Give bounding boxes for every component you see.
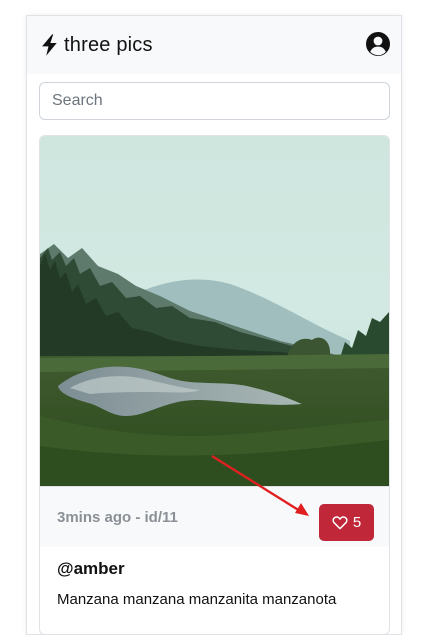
post-card: 3mins ago - id/11 5 @amber Manzana manza… <box>39 135 390 635</box>
brand-name: three pics <box>64 33 153 56</box>
app-frame: three pics Search 3mins ago - id/11 5 @a… <box>26 15 402 635</box>
post-photo[interactable] <box>40 136 389 486</box>
user-circle-icon <box>366 32 390 56</box>
brand-link[interactable]: three pics <box>40 33 153 57</box>
post-author[interactable]: @amber <box>57 559 377 579</box>
card-footer: 3mins ago - id/11 5 <box>40 486 389 547</box>
like-button[interactable]: 5 <box>319 504 374 541</box>
navbar: three pics <box>27 16 401 74</box>
lightning-bolt-icon <box>42 34 57 56</box>
post-caption: Manzana manzana manzanita manzanota <box>57 591 337 608</box>
like-count: 5 <box>352 514 362 531</box>
heart-outline-icon <box>332 516 348 530</box>
user-account-button[interactable] <box>365 31 391 57</box>
post-meta: 3mins ago - id/11 <box>57 509 178 526</box>
card-body: @amber Manzana manzana manzanita manzano… <box>57 559 377 608</box>
search-input[interactable] <box>39 82 390 120</box>
